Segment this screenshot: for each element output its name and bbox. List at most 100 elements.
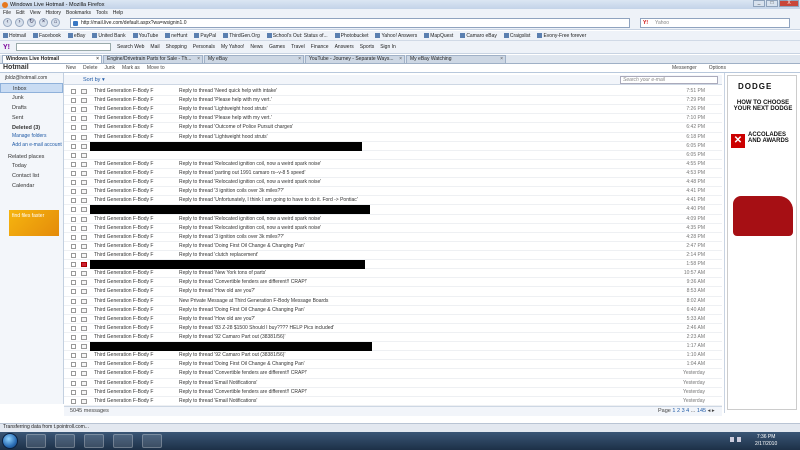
folder-deleted[interactable]: Deleted (3) <box>0 123 63 133</box>
message-checkbox[interactable] <box>71 298 76 304</box>
start-button-icon[interactable] <box>2 433 18 449</box>
message-row[interactable]: Third Generation F-Body F Reply to thread… <box>64 96 722 106</box>
message-checkbox[interactable] <box>71 398 76 404</box>
dodge-ad[interactable]: DODGE HOW TO CHOOSE YOUR NEXT DODGE ✕ AC… <box>727 75 797 410</box>
account-email[interactable]: jbldz@hotmail.com <box>0 73 63 83</box>
message-checkbox[interactable] <box>71 307 76 313</box>
tab-close-icon[interactable]: × <box>96 56 99 63</box>
message-checkbox[interactable] <box>71 243 76 249</box>
message-row[interactable]: Third Generation F-Body F Reply to thread… <box>64 242 722 251</box>
message-row[interactable]: Third Generation F-Body F Reply to thread… <box>64 269 722 279</box>
delete-button[interactable]: Delete <box>83 65 97 71</box>
message-checkbox[interactable] <box>71 216 76 222</box>
message-checkbox[interactable] <box>71 289 76 295</box>
message-row[interactable]: Third Generation F-Body F Reply to thread… <box>64 133 722 142</box>
page-link[interactable]: 4 <box>686 408 689 414</box>
messenger-button[interactable]: Messenger <box>672 65 697 71</box>
message-row[interactable]: 4:40 PM <box>64 205 722 215</box>
yahoo-logo-icon[interactable]: Y! <box>3 44 10 51</box>
message-checkbox[interactable] <box>71 207 76 213</box>
message-row[interactable]: Third Generation F-Body F Reply to thread… <box>64 397 722 406</box>
menu-tools[interactable]: Tools <box>96 10 108 16</box>
bookmark-paypal[interactable]: PayPal <box>194 33 216 39</box>
folder-junk[interactable]: Junk <box>0 93 63 103</box>
message-checkbox[interactable] <box>71 353 76 359</box>
message-row[interactable]: Third Generation F-Body F Reply to thread… <box>64 388 722 397</box>
yahoo-travel-button[interactable]: Travel <box>291 44 305 50</box>
yahoo-games-button[interactable]: Games <box>269 44 285 50</box>
message-checkbox[interactable] <box>71 143 76 149</box>
yahoo-news-button[interactable]: News <box>250 44 263 50</box>
taskbar-game-icon[interactable] <box>113 434 133 448</box>
search-email-input[interactable]: Search your e-mail <box>620 76 718 84</box>
tab-engine-parts[interactable]: Engine/Drivetrain Parts for Sale - Th...… <box>103 55 203 63</box>
add-email-account-link[interactable]: Add an e-mail account <box>0 142 63 148</box>
yahoo-search-web-button[interactable]: Search Web <box>117 44 144 50</box>
message-checkbox[interactable] <box>71 152 76 158</box>
maximize-button[interactable]: □ <box>766 0 778 7</box>
message-checkbox[interactable] <box>71 134 76 140</box>
message-checkbox[interactable] <box>71 107 76 113</box>
message-checkbox[interactable] <box>71 234 76 240</box>
prev-page-icon[interactable]: ◂ <box>708 408 711 414</box>
menu-edit[interactable]: Edit <box>16 10 25 16</box>
menu-view[interactable]: View <box>30 10 41 16</box>
bookmark-yahoo-answers[interactable]: Yahoo! Answers <box>375 33 417 39</box>
tab-my-ebay[interactable]: My eBay × <box>204 55 304 63</box>
message-row[interactable]: Third Generation F-Body F Reply to thread… <box>64 224 722 233</box>
menu-bookmarks[interactable]: Bookmarks <box>66 10 91 16</box>
junk-button[interactable]: Junk <box>104 65 115 71</box>
message-checkbox[interactable] <box>71 116 76 122</box>
bookmark-craigslist[interactable]: Craigslist <box>503 33 530 39</box>
related-calendar[interactable]: Calendar <box>0 181 63 191</box>
tab-close-icon[interactable]: × <box>399 56 402 63</box>
taskbar-clock[interactable]: 7:36 PM 2/17/2010 <box>755 434 777 448</box>
bookmark-thirdgen[interactable]: ThirdGen.Org <box>223 33 260 39</box>
page-link[interactable]: 145 <box>697 408 706 414</box>
message-row[interactable]: Third Generation F-Body F Reply to thread… <box>64 114 722 124</box>
bookmark-camaro-ebay[interactable]: Camaro eBay <box>460 33 497 39</box>
bookmark-united-bank[interactable]: United Bank <box>92 33 126 39</box>
message-checkbox[interactable] <box>71 380 76 386</box>
message-row[interactable]: Third Generation F-Body F Reply to thread… <box>64 306 722 315</box>
message-row[interactable]: Third Generation F-Body F New Private Mes… <box>64 297 722 306</box>
mark-as-button[interactable]: Mark as <box>122 65 140 71</box>
tab-close-icon[interactable]: × <box>298 56 301 63</box>
message-checkbox[interactable] <box>71 170 76 176</box>
message-checkbox[interactable] <box>71 371 76 377</box>
forward-arrow-icon[interactable]: › <box>15 18 24 27</box>
reload-icon[interactable]: ↻ <box>27 18 36 27</box>
tab-close-icon[interactable]: × <box>500 56 503 63</box>
tab-hotmail[interactable]: Windows Live Hotmail × <box>2 55 102 63</box>
message-row[interactable]: Third Generation F-Body F Reply to thread… <box>64 160 722 169</box>
manage-folders-link[interactable]: Manage folders <box>0 133 63 139</box>
bookmark-photobucket[interactable]: Photobucket <box>334 33 368 39</box>
message-row[interactable]: Third Generation F-Body F Reply to thread… <box>64 123 722 133</box>
message-row[interactable]: Third Generation F-Body F Reply to thread… <box>64 233 722 242</box>
message-checkbox[interactable] <box>71 325 76 331</box>
yahoo-sign-in-button[interactable]: Sign In <box>380 44 396 50</box>
message-row[interactable]: 1:17 AM <box>64 342 722 352</box>
message-row[interactable]: Third Generation F-Body F Reply to thread… <box>64 324 722 333</box>
close-button[interactable]: X <box>779 0 799 7</box>
bookmark-hotmail[interactable]: Hotmail <box>3 33 26 39</box>
message-checkbox[interactable] <box>71 334 76 340</box>
browser-search-box[interactable]: Y! Yahoo <box>640 18 790 28</box>
find-files-promo[interactable]: find files faster <box>9 210 59 236</box>
network-icon[interactable] <box>730 437 734 442</box>
page-link[interactable]: 1 <box>672 408 675 414</box>
message-row[interactable]: Third Generation F-Body F Reply to thread… <box>64 187 722 197</box>
message-checkbox[interactable] <box>71 271 76 277</box>
folder-sent[interactable]: Sent <box>0 113 63 123</box>
yahoo-toolbar-search-input[interactable] <box>16 43 111 51</box>
yahoo-sports-button[interactable]: Sports <box>360 44 374 50</box>
yahoo-search-engine-icon[interactable]: Y! <box>643 19 648 27</box>
menu-history[interactable]: History <box>45 10 61 16</box>
message-checkbox[interactable] <box>71 225 76 231</box>
message-row[interactable]: 6:05 PM <box>64 141 722 151</box>
yahoo-mail-button[interactable]: Mail <box>150 44 159 50</box>
message-row[interactable]: Third Generation F-Body F Reply to thread… <box>64 351 722 361</box>
minimize-button[interactable]: _ <box>753 0 765 7</box>
message-row[interactable]: 6:05 PM <box>64 151 722 160</box>
message-row[interactable]: Third Generation F-Body F Reply to thread… <box>64 287 722 297</box>
